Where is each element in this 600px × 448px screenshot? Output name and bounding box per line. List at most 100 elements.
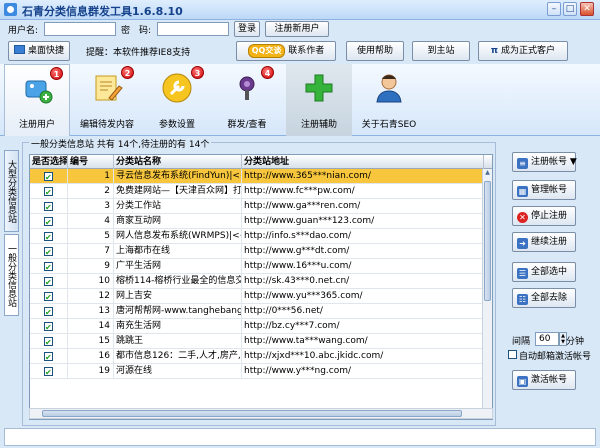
header-site-name[interactable]: 分类站名称	[114, 155, 242, 169]
scroll-thumb[interactable]	[42, 410, 462, 417]
title-bar: 石青分类信息群发工具1.6.8.10 – □ ✕	[0, 0, 600, 20]
activate-account-button[interactable]: ▣ 激活帐号	[512, 370, 576, 390]
desktop-shortcut-button[interactable]: 桌面快捷	[8, 41, 70, 61]
table-row[interactable]: 9广平生活网http://www.16***u.com/	[30, 259, 484, 274]
row-checkbox[interactable]	[44, 305, 53, 319]
table-row[interactable]: 10榕桥114-榕桥行业最全的信息交流http://sk.43***0.net.…	[30, 274, 484, 289]
username-input[interactable]	[44, 22, 116, 36]
site-name-cell: 寻云信息发布系统(FindYun)|<<最新	[114, 169, 242, 184]
select-cell[interactable]	[30, 334, 68, 349]
header-select[interactable]: 是否选择	[30, 155, 68, 169]
desktop-icon	[13, 45, 25, 54]
select-all-button[interactable]: ☰ 全部选中	[512, 262, 576, 282]
select-cell[interactable]	[30, 259, 68, 274]
select-cell[interactable]	[30, 184, 68, 199]
toolbar-register-assist[interactable]: 注册辅助	[286, 64, 352, 136]
interval-unit: 分钟	[566, 337, 585, 347]
table-row[interactable]: 13唐河帮帮网-www.tanghebangbanghttp://0***56.…	[30, 304, 484, 319]
tab-large-sites[interactable]: 大型分类信息站	[4, 150, 19, 232]
select-cell[interactable]	[30, 169, 68, 184]
number-cell: 4	[68, 214, 114, 229]
minimize-button[interactable]: –	[547, 2, 561, 16]
password-input[interactable]	[157, 22, 229, 36]
select-cell[interactable]	[30, 364, 68, 379]
table-row[interactable]: 14南充生活网http://bz.cy***7.com/	[30, 319, 484, 334]
row-checkbox[interactable]	[44, 230, 53, 244]
row-checkbox[interactable]	[44, 335, 53, 349]
number-cell: 9	[68, 259, 114, 274]
header-number[interactable]: 编号	[68, 155, 114, 169]
row-checkbox[interactable]	[44, 170, 53, 184]
become-customer-button[interactable]: π 成为正式客户	[478, 41, 568, 61]
select-cell[interactable]	[30, 199, 68, 214]
toolbar-edit-content[interactable]: 2 编辑待发内容	[74, 64, 140, 136]
table-row[interactable]: 5网人信息发布系统(WRMPS)|<<最新http://info.s***dao…	[30, 229, 484, 244]
group-title: 一般分类信息站 共有 14个,待注册的有 14个	[29, 137, 212, 150]
row-checkbox[interactable]	[44, 215, 53, 229]
site-table[interactable]: 是否选择 编号 分类站名称 分类站地址 1寻云信息发布系统(FindYun)|<…	[29, 154, 493, 420]
toolbar-register-user[interactable]: 1 注册用户	[4, 64, 70, 136]
table-header: 是否选择 编号 分类站名称 分类站地址	[30, 155, 492, 169]
select-cell[interactable]	[30, 214, 68, 229]
help-button[interactable]: 使用帮助	[346, 41, 404, 61]
table-row[interactable]: 3分类工作站http://www.ga***ren.com/	[30, 199, 484, 214]
pi-icon: π	[490, 46, 499, 56]
site-url-cell: http://www.guan***123.com/	[242, 214, 484, 229]
note-edit-icon	[95, 75, 123, 101]
select-cell[interactable]	[30, 229, 68, 244]
select-cell[interactable]	[30, 244, 68, 259]
table-row[interactable]: 1寻云信息发布系统(FindYun)|<<最新http://www.365***…	[30, 169, 484, 184]
vertical-scrollbar[interactable]: ▲ ▼	[482, 169, 492, 419]
table-row[interactable]: 2免费建网站—【天津百众网】打造http://www.fc***pw.com/	[30, 184, 484, 199]
row-checkbox[interactable]	[44, 290, 53, 304]
remove-all-icon: ☷	[517, 294, 528, 305]
select-cell[interactable]	[30, 304, 68, 319]
select-cell[interactable]	[30, 274, 68, 289]
close-button[interactable]: ✕	[580, 2, 594, 16]
row-checkbox[interactable]	[44, 245, 53, 259]
table-row[interactable]: 16都市信息126：二手,人才,房产,免费http://xjxd***10.ab…	[30, 349, 484, 364]
row-checkbox[interactable]	[44, 185, 53, 199]
tab-general-sites[interactable]: 一般分类信息站	[4, 234, 19, 316]
auto-email-checkbox[interactable]	[508, 350, 517, 359]
table-row[interactable]: 4商家互动网http://www.guan***123.com/	[30, 214, 484, 229]
select-cell[interactable]	[30, 319, 68, 334]
table-row[interactable]: 19河源在线http://www.y***ng.com/	[30, 364, 484, 379]
row-checkbox[interactable]	[44, 275, 53, 289]
password-label: 密 码:	[121, 26, 152, 36]
row-checkbox[interactable]	[44, 200, 53, 214]
row-checkbox[interactable]	[44, 365, 53, 379]
register-account-button[interactable]: ≡ 注册帐号 ▼	[512, 152, 577, 172]
header-site-url[interactable]: 分类站地址	[242, 155, 484, 169]
register-new-user-button[interactable]: 注册新用户	[265, 21, 329, 37]
row-checkbox[interactable]	[44, 320, 53, 334]
login-button[interactable]: 登录	[234, 21, 260, 37]
toolbar-about[interactable]: 关于石青SEO	[356, 64, 422, 136]
contact-author-button[interactable]: QQ交谈 联系作者	[236, 41, 336, 61]
scroll-up-icon[interactable]: ▲	[483, 169, 492, 179]
horizontal-scrollbar[interactable]	[29, 408, 493, 419]
toolbar-broadcast[interactable]: 4 群发/查看	[214, 64, 280, 136]
manage-account-button[interactable]: ▦ 管理帐号	[512, 180, 576, 200]
remove-all-button[interactable]: ☷ 全部去除	[512, 288, 576, 308]
maximize-button[interactable]: □	[563, 2, 577, 16]
interval-input[interactable]: 60	[535, 332, 559, 346]
continue-register-button[interactable]: ➜ 继续注册	[512, 232, 576, 252]
site-url-cell: http://xjxd***10.abc.jkidc.com/	[242, 349, 484, 364]
username-label: 用户名:	[8, 26, 39, 36]
stop-register-button[interactable]: ✕ 停止注册	[512, 206, 576, 226]
select-cell[interactable]	[30, 289, 68, 304]
row-checkbox[interactable]	[44, 350, 53, 364]
table-row[interactable]: 12网上吉安http://www.yu***365.com/	[30, 289, 484, 304]
toolbar-settings[interactable]: 3 参数设置	[144, 64, 210, 136]
site-url-cell: http://www.y***ng.com/	[242, 364, 484, 379]
table-row[interactable]: 7上海都市在线http://www.g***dt.com/	[30, 244, 484, 259]
row-checkbox[interactable]	[44, 260, 53, 274]
site-name-cell: 跳跳王	[114, 334, 242, 349]
select-cell[interactable]	[30, 349, 68, 364]
scroll-thumb[interactable]	[484, 181, 491, 301]
main-site-button[interactable]: 到主站	[412, 41, 470, 61]
auto-email-label: 自动邮箱激活帐号	[519, 352, 592, 362]
site-name-cell: 河源在线	[114, 364, 242, 379]
table-row[interactable]: 15跳跳王http://www.ta***wang.com/	[30, 334, 484, 349]
